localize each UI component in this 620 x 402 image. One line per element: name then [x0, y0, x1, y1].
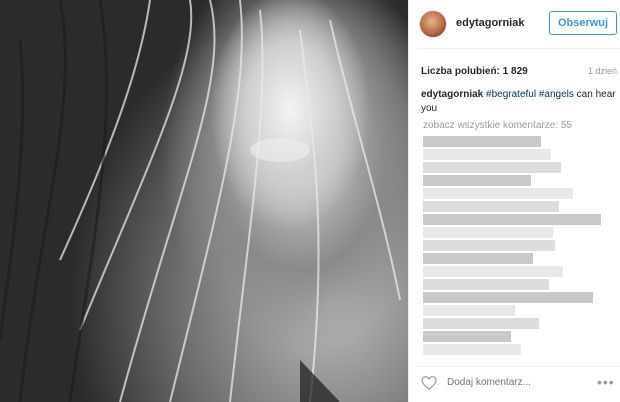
hashtag-link[interactable]: #begrateful — [486, 89, 536, 100]
caption-username[interactable]: edytagorniak — [421, 89, 483, 100]
avatar[interactable] — [419, 10, 447, 38]
heart-outline-icon[interactable] — [421, 376, 437, 390]
divider — [417, 48, 620, 49]
post-photo[interactable] — [0, 0, 408, 402]
follow-button[interactable]: Obserwuj — [549, 11, 617, 35]
post-actions: ••• — [409, 366, 620, 402]
hashtag-link[interactable]: #angels — [539, 89, 574, 100]
view-all-comments-link[interactable]: zobacz wszystkie komentarze: 55 — [423, 120, 572, 131]
post-caption: edytagorniak #begrateful #angels can hea… — [421, 88, 617, 116]
pixelated-comments — [423, 136, 613, 358]
add-comment-input[interactable] — [447, 377, 587, 388]
photo-hair-strands — [0, 0, 401, 402]
post-sidebar: edytagorniak Obserwuj Liczba polubień: 1… — [408, 0, 620, 402]
likes-row: Liczba polubień: 1 829 1 dzień — [421, 66, 617, 80]
username-link[interactable]: edytagorniak — [456, 17, 524, 29]
like-count[interactable]: Liczba polubień: 1 829 — [421, 66, 528, 77]
post-header: edytagorniak Obserwuj — [409, 0, 620, 48]
post-timestamp[interactable]: 1 dzień — [588, 66, 617, 76]
more-options-icon[interactable]: ••• — [597, 374, 615, 390]
